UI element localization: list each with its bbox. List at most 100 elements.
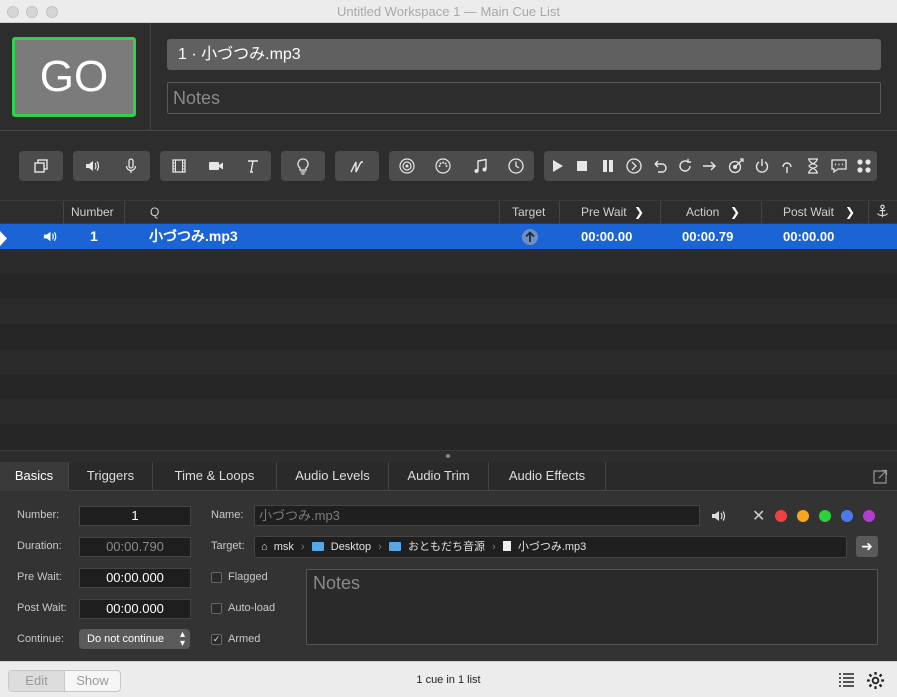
autoload-checkbox[interactable]: Auto-load <box>211 602 275 614</box>
tab-audio-levels[interactable]: Audio Levels <box>277 462 389 491</box>
column-divider <box>761 201 762 224</box>
empty-row <box>0 424 897 450</box>
duration-field: 00:00.790 <box>79 537 191 557</box>
target-path-control[interactable]: ⌂ msk › Desktop › おともだち音源 › 小づつみ.mp3 <box>254 536 847 558</box>
path-item[interactable]: msk <box>274 537 294 557</box>
target-label: Target: <box>211 540 245 552</box>
post-wait-label: Post Wait: <box>17 602 67 614</box>
inspector-basics: Number: 1 Duration: 00:00.790 Pre Wait: … <box>0 491 897 661</box>
column-post-wait[interactable]: Post Wait <box>783 201 834 224</box>
fade-cue-icon[interactable] <box>345 154 369 178</box>
column-pre-wait[interactable]: Pre Wait <box>581 201 627 224</box>
tab-basics[interactable]: Basics <box>0 462 69 491</box>
script-cue-icon[interactable] <box>852 154 876 178</box>
list-icon[interactable] <box>838 672 855 694</box>
chevron-right-icon: ❯ <box>634 205 645 219</box>
cue-name-field[interactable]: 小づつみ.mp3 <box>254 505 700 526</box>
app-window: Untitled Workspace 1 — Main Cue List GO … <box>0 0 897 697</box>
camera-cue-icon[interactable] <box>204 154 228 178</box>
empty-row <box>0 274 897 299</box>
load-cue-icon[interactable] <box>622 154 646 178</box>
color-blue-dot[interactable] <box>841 510 853 522</box>
cue-post-wait[interactable]: 00:00.00 <box>783 224 834 249</box>
music-note-icon[interactable] <box>468 154 492 178</box>
reset-cue-icon[interactable] <box>647 154 671 178</box>
column-action[interactable]: Action <box>686 201 719 224</box>
empty-row <box>0 299 897 324</box>
pre-wait-field[interactable]: 00:00.000 <box>79 568 191 588</box>
color-orange-dot[interactable] <box>797 510 809 522</box>
cue-notes-textarea[interactable]: Notes <box>306 569 878 645</box>
standby-cue-name[interactable]: 1 · 小づつみ.mp3 <box>167 39 881 70</box>
path-item[interactable]: おともだち音源 <box>408 537 485 557</box>
empty-row <box>0 374 897 399</box>
target-cue-icon[interactable] <box>724 154 748 178</box>
group-cue-icon[interactable] <box>29 154 53 178</box>
start-cue-icon[interactable] <box>545 154 569 178</box>
stop-cue-icon[interactable] <box>570 154 594 178</box>
audio-cue-icon[interactable] <box>80 154 104 178</box>
tab-triggers[interactable]: Triggers <box>69 462 153 491</box>
wait-cue-icon[interactable] <box>801 154 825 178</box>
cue-pre-wait[interactable]: 00:00.00 <box>581 224 632 249</box>
column-q[interactable]: Q <box>150 201 159 224</box>
column-divider <box>124 201 125 224</box>
video-cue-icon[interactable] <box>167 154 191 178</box>
path-item[interactable]: 小づつみ.mp3 <box>518 537 586 557</box>
table-row[interactable]: 1 小づつみ.mp3 00:00.00 00:00.79 00:00.00 <box>0 224 897 249</box>
inspector-splitter[interactable] <box>0 450 897 462</box>
armed-checkbox[interactable]: ✓ Armed <box>211 633 260 645</box>
popout-icon[interactable] <box>873 469 888 487</box>
flagged-label: Flagged <box>228 571 268 583</box>
disarm-cue-icon[interactable] <box>775 154 799 178</box>
title-bar: Untitled Workspace 1 — Main Cue List <box>0 0 897 23</box>
column-number[interactable]: Number <box>71 201 114 224</box>
text-cue-icon[interactable] <box>241 154 265 178</box>
color-red-dot[interactable] <box>775 510 787 522</box>
number-label: Number: <box>17 509 60 521</box>
path-item[interactable]: Desktop <box>331 537 371 557</box>
tab-time-loops[interactable]: Time & Loops <box>153 462 277 491</box>
continue-mode-select[interactable]: Do not continue ▴ ▾ <box>79 629 190 649</box>
armed-label: Armed <box>228 633 261 645</box>
column-target[interactable]: Target <box>512 201 545 224</box>
chevron-right-icon: ❯ <box>845 205 856 219</box>
timecode-cue-icon[interactable] <box>504 154 528 178</box>
devamp-cue-icon[interactable] <box>673 154 697 178</box>
cue-number[interactable]: 1 <box>90 224 98 249</box>
mic-cue-icon[interactable] <box>119 154 143 178</box>
cue-name[interactable]: 小づつみ.mp3 <box>149 224 238 249</box>
splitter-handle[interactable] <box>446 454 450 458</box>
checkbox-box[interactable] <box>211 602 222 614</box>
pause-cue-icon[interactable] <box>596 154 620 178</box>
divider <box>150 23 151 131</box>
tab-audio-effects[interactable]: Audio Effects <box>489 462 606 491</box>
post-wait-field[interactable]: 00:00.000 <box>79 599 191 619</box>
color-green-dot[interactable] <box>819 510 831 522</box>
empty-row <box>0 349 897 374</box>
goto-cue-icon[interactable] <box>698 154 722 178</box>
checkbox-box[interactable] <box>211 571 222 583</box>
stepper-arrows-icon: ▴ ▾ <box>179 629 185 649</box>
network-cue-icon[interactable] <box>395 154 419 178</box>
color-purple-dot[interactable] <box>863 510 875 522</box>
go-button[interactable]: GO <box>12 37 136 117</box>
toolbar-group-fade <box>335 151 379 181</box>
toolbar-group-audio <box>73 151 150 181</box>
clear-color-icon[interactable]: ✕ <box>752 506 765 526</box>
checkmark-icon[interactable]: ✓ <box>211 633 222 645</box>
light-cue-icon[interactable] <box>291 154 315 178</box>
arm-cue-icon[interactable] <box>750 154 774 178</box>
number-field[interactable]: 1 <box>79 506 191 526</box>
gear-icon[interactable] <box>866 671 885 695</box>
cue-notes-field[interactable]: Notes <box>167 82 881 114</box>
flagged-checkbox[interactable]: Flagged <box>211 571 268 583</box>
toolbar-group-video <box>160 151 271 181</box>
pre-wait-label: Pre Wait: <box>17 571 62 583</box>
midi-cue-icon[interactable] <box>431 154 455 178</box>
duration-label: Duration: <box>17 540 62 552</box>
memo-cue-icon[interactable] <box>827 154 851 178</box>
reveal-target-button[interactable]: ➜ <box>856 536 878 557</box>
tab-audio-trim[interactable]: Audio Trim <box>389 462 489 491</box>
autoload-label: Auto-load <box>228 602 276 614</box>
